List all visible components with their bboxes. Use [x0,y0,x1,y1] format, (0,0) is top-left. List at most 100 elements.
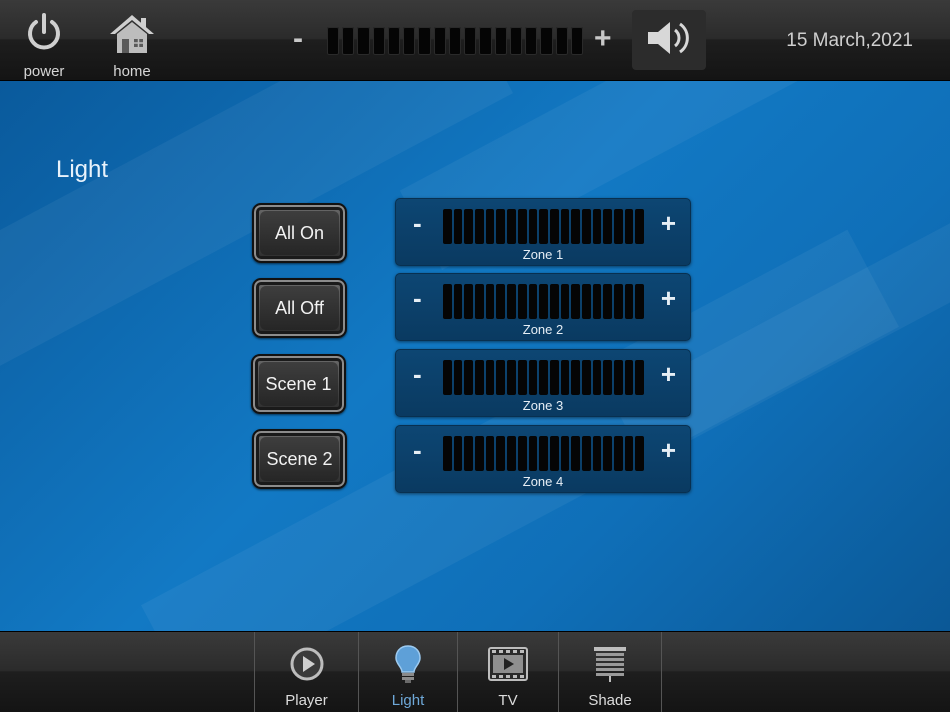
level-segment [581,360,591,395]
level-segment [507,284,516,319]
tab-tv-label: TV [498,692,518,709]
level-segment [540,27,553,55]
level-segment [539,360,548,395]
lightbulb-icon [393,644,423,684]
tab-shade-label: Shade [588,692,632,709]
level-segment [507,436,516,471]
zone-3-brighten-button[interactable]: + [661,359,676,389]
level-segment [539,436,548,471]
level-segment [549,284,559,319]
tab-player-label: Player [285,692,328,709]
all-on-button[interactable]: All On [252,203,347,263]
zone-3-label: Zone 3 [522,398,564,413]
zone-3-level-bar[interactable] [443,360,645,395]
level-segment [528,360,538,395]
zone-3-panel: - + Zone 3 [395,349,691,417]
level-segment [453,284,463,319]
level-segment [528,209,538,244]
tab-tv[interactable]: TV [457,632,558,712]
level-segment [560,284,570,319]
date-display: 15 March,2021 [786,30,913,51]
level-segment [327,27,340,55]
level-segment [592,284,602,319]
zone-2-panel: - + Zone 2 [395,273,691,341]
level-segment [528,284,538,319]
level-segment [603,209,612,244]
level-segment [603,360,612,395]
level-segment [635,284,645,319]
scene-1-button[interactable]: Scene 1 [251,354,346,414]
zone-4-level-bar[interactable] [443,436,645,471]
zone-1-level-bar[interactable] [443,209,645,244]
volume-up-button[interactable]: + [594,21,612,57]
zone-2-brighten-button[interactable]: + [661,283,676,313]
zone-2-level-bar[interactable] [443,284,645,319]
level-segment [485,209,495,244]
tab-player[interactable]: Player [254,632,358,712]
level-segment [592,436,602,471]
level-segment [592,360,602,395]
level-segment [624,436,634,471]
zone-1-brighten-button[interactable]: + [661,208,676,238]
zone-1-dim-button[interactable]: - [413,208,422,238]
home-icon [108,12,156,59]
level-segment [485,436,495,471]
film-icon [488,644,528,684]
level-segment [624,360,634,395]
level-segment [507,209,516,244]
zone-4-brighten-button[interactable]: + [661,435,676,465]
tab-bar: Player Light TV Shade [254,632,662,712]
level-segment [443,360,452,395]
power-icon [24,12,64,59]
zone-3-dim-button[interactable]: - [413,359,422,389]
level-segment [549,436,559,471]
tab-light-label: Light [391,692,425,709]
level-segment [494,27,507,55]
all-off-button[interactable]: All Off [252,278,347,338]
level-segment [560,360,570,395]
level-segment [509,27,523,55]
zone-4-panel: - + Zone 4 [395,425,691,493]
mute-button[interactable] [632,10,706,70]
level-segment [549,360,559,395]
volume-down-button[interactable]: - [293,21,303,57]
level-segment [581,284,591,319]
tab-light[interactable]: Light [358,632,457,712]
power-button[interactable]: power [14,12,74,80]
zone-2-dim-button[interactable]: - [413,283,422,313]
level-segment [528,436,538,471]
zone-1-label: Zone 1 [522,247,564,262]
power-label: power [23,63,65,80]
volume-level-bar[interactable] [327,27,583,55]
zone-1-panel: - + Zone 1 [395,198,691,266]
level-segment [614,209,623,244]
level-segment [581,436,591,471]
level-segment [443,284,452,319]
level-segment [614,360,623,395]
level-segment [624,209,634,244]
level-segment [581,209,591,244]
top-bar: power home - + 15 March,2021 [0,0,950,81]
level-segment [475,360,484,395]
level-segment [496,209,506,244]
zone-4-label: Zone 4 [522,474,564,489]
level-segment [475,284,484,319]
level-segment [443,436,452,471]
tab-shade[interactable]: Shade [558,632,662,712]
level-segment [475,209,484,244]
level-segment [525,27,538,55]
level-segment [539,284,548,319]
level-segment [603,436,612,471]
level-segment [496,360,506,395]
home-button[interactable]: home [102,12,162,80]
level-segment [517,284,527,319]
scene-2-button[interactable]: Scene 2 [252,429,347,489]
level-segment [403,27,416,55]
level-segment [624,284,634,319]
all-off-label: All Off [260,286,339,330]
level-segment [479,27,492,55]
level-segment [592,209,602,244]
zone-4-dim-button[interactable]: - [413,435,422,465]
light-control-panel: Light All On All Off Scene 1 Scene 2 - +… [0,81,950,631]
level-segment [464,436,474,471]
